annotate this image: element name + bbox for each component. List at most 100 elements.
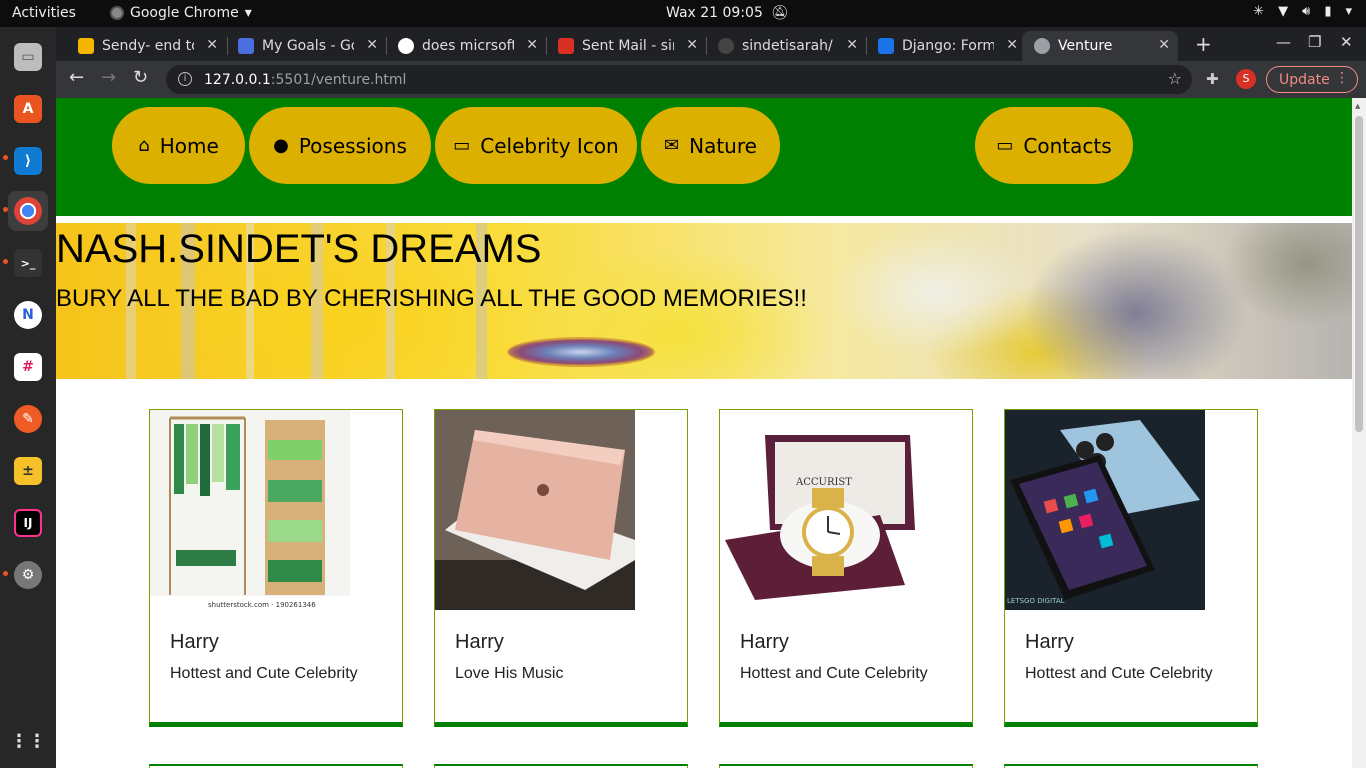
new-tab-icon[interactable]: + bbox=[1195, 32, 1212, 56]
settings-icon[interactable]: ⚙ bbox=[8, 555, 48, 595]
close-icon[interactable]: ✕ bbox=[846, 37, 858, 53]
clock[interactable]: Wax 21 09:05 🔕︎ bbox=[666, 5, 789, 21]
postman-icon[interactable]: ✎ bbox=[8, 399, 48, 439]
tab-google-search[interactable]: does micrsoft ✕ bbox=[386, 31, 546, 61]
close-icon[interactable]: ✕ bbox=[686, 37, 698, 53]
tab-venture[interactable]: Venture ✕ bbox=[1022, 31, 1178, 61]
card-name: Harry bbox=[1025, 631, 1074, 653]
slack-icon[interactable]: # bbox=[8, 347, 48, 387]
product-card[interactable]: LETSGO DIGITAL Harry Hottest and Cute Ce… bbox=[1004, 409, 1258, 727]
vscode-icon[interactable]: ⟩ bbox=[8, 141, 48, 181]
notifications-off-icon: 🔕︎ bbox=[770, 5, 789, 21]
ubuntu-software-icon[interactable]: A bbox=[8, 89, 48, 129]
maximize-icon[interactable]: ❐ bbox=[1308, 33, 1321, 51]
nav-nature[interactable]: ✉ Nature bbox=[641, 107, 780, 184]
site-navbar: ⌂ Home ● Posessions ▭ Celebrity Icon ✉ N… bbox=[56, 98, 1352, 216]
tab-gmail[interactable]: Sent Mail - sin ✕ bbox=[546, 31, 706, 61]
close-icon[interactable]: ✕ bbox=[206, 37, 218, 53]
close-icon[interactable]: ✕ bbox=[1158, 37, 1170, 53]
nav-label: Contacts bbox=[1023, 133, 1112, 158]
product-card[interactable]: ACCURIST Harry Hottest and Cute Celebrit… bbox=[719, 409, 973, 727]
gnome-top-bar: Activities Google Chrome ▾ Wax 21 09:05 … bbox=[0, 0, 1366, 27]
card-description: Love His Music bbox=[455, 665, 564, 682]
date-time: Wax 21 09:05 bbox=[666, 5, 763, 21]
app-name: Google Chrome bbox=[130, 5, 239, 21]
nav-label: Home bbox=[159, 133, 219, 158]
minimize-icon[interactable]: — bbox=[1276, 33, 1291, 51]
volume-icon: 🔊︎ bbox=[1302, 4, 1311, 19]
card-description: Hottest and Cute Celebrity bbox=[740, 665, 928, 682]
ubuntu-dock: ▭ A ⟩ >_ N # ✎ ± IJ ⚙ ⋮⋮ bbox=[0, 27, 56, 768]
nav-posessions[interactable]: ● Posessions bbox=[249, 107, 431, 184]
tab-django[interactable]: Django: Form ✕ bbox=[866, 31, 1026, 61]
chevron-down-icon: ▾ bbox=[244, 5, 252, 21]
video-icon bbox=[878, 38, 894, 54]
page-title: NASH.SINDET'S DREAMS bbox=[56, 227, 542, 271]
close-window-icon[interactable]: ✕ bbox=[1340, 33, 1353, 51]
browser-toolbar: ← → ↻ i 127.0.0.1:5501/venture.html ☆ ✚ … bbox=[56, 61, 1366, 98]
page-subtitle: BURY ALL THE BAD BY CHERISHING ALL THE G… bbox=[56, 285, 807, 312]
nav-celebrity-icon[interactable]: ▭ Celebrity Icon bbox=[435, 107, 637, 184]
tab-github[interactable]: sindetisarah/ ✕ bbox=[706, 31, 866, 61]
tab-title: Sendy- end to bbox=[102, 38, 194, 54]
nav-label: Nature bbox=[689, 133, 757, 158]
tab-favicon-icon bbox=[78, 38, 94, 54]
close-icon[interactable]: ✕ bbox=[526, 37, 538, 53]
extensions-icon[interactable]: ✚ bbox=[1206, 70, 1219, 88]
reload-icon[interactable]: ↻ bbox=[133, 67, 148, 88]
scrollbar-thumb[interactable] bbox=[1355, 116, 1363, 432]
globe-icon bbox=[1034, 38, 1050, 54]
product-card-partial[interactable] bbox=[149, 764, 403, 768]
update-button[interactable]: Update ⋮ bbox=[1266, 66, 1358, 93]
bookmark-star-icon[interactable]: ☆ bbox=[1168, 69, 1182, 88]
tab-my-goals[interactable]: My Goals - Goo ✕ bbox=[226, 31, 386, 61]
system-tray[interactable]: ✳︎ ▼ 🔊︎ ▮ ▾ bbox=[1253, 4, 1352, 19]
page-viewport: ⌂ Home ● Posessions ▭ Celebrity Icon ✉ N… bbox=[56, 98, 1352, 768]
nav-home[interactable]: ⌂ Home bbox=[112, 107, 245, 184]
back-icon[interactable]: ← bbox=[69, 67, 84, 88]
product-card[interactable]: shutterstock.com · 190261346 Harry Hotte… bbox=[149, 409, 403, 727]
update-label: Update bbox=[1279, 71, 1330, 88]
close-icon[interactable]: ✕ bbox=[1006, 37, 1018, 53]
forward-icon[interactable]: → bbox=[101, 67, 116, 88]
app-menu[interactable]: Google Chrome ▾ bbox=[110, 5, 252, 21]
page-scrollbar[interactable]: ▲ bbox=[1352, 98, 1366, 768]
product-card[interactable]: Harry Love His Music bbox=[434, 409, 688, 727]
product-card-partial[interactable] bbox=[719, 764, 973, 768]
show-apps-icon[interactable]: ⋮⋮ bbox=[8, 721, 48, 761]
nav-contacts[interactable]: ▭ Contacts bbox=[975, 107, 1133, 184]
more-menu-icon[interactable]: ⋮ bbox=[1335, 70, 1349, 86]
image-caption: shutterstock.com · 190261346 bbox=[208, 601, 316, 609]
info-icon[interactable]: i bbox=[178, 72, 192, 86]
wifi-icon: ▼ bbox=[1278, 4, 1289, 19]
laptop-icon: ▭ bbox=[996, 135, 1014, 156]
tab-title: Venture bbox=[1058, 38, 1113, 54]
intellij-icon[interactable]: IJ bbox=[8, 503, 48, 543]
nav-label: Celebrity Icon bbox=[480, 133, 619, 158]
product-card-partial[interactable] bbox=[1004, 764, 1258, 768]
card-description: Hottest and Cute Celebrity bbox=[1025, 665, 1213, 682]
laptop-image bbox=[435, 410, 635, 610]
chrome-icon[interactable] bbox=[8, 191, 48, 231]
chrome-icon bbox=[110, 6, 124, 20]
envelope-icon: ✉ bbox=[664, 135, 680, 156]
files-icon[interactable]: ▭ bbox=[8, 37, 48, 77]
close-icon[interactable]: ✕ bbox=[366, 37, 378, 53]
image-watermark: LETSGO DIGITAL bbox=[1007, 597, 1065, 605]
profile-avatar[interactable]: S bbox=[1236, 69, 1256, 89]
tab-title: My Goals - Goo bbox=[262, 38, 354, 54]
docs-icon bbox=[238, 38, 254, 54]
product-card-partial[interactable] bbox=[434, 764, 688, 768]
calculator-icon[interactable]: ± bbox=[8, 451, 48, 491]
gmail-icon bbox=[558, 38, 574, 54]
address-bar[interactable]: i 127.0.0.1:5501/venture.html ☆ bbox=[166, 65, 1192, 94]
hero-logo-image bbox=[507, 337, 655, 367]
card-description: Hottest and Cute Celebrity bbox=[170, 665, 358, 682]
scroll-up-icon[interactable]: ▲ bbox=[1355, 102, 1360, 110]
url-path: :5501/venture.html bbox=[270, 71, 407, 88]
tab-sendy[interactable]: Sendy- end to ✕ bbox=[66, 31, 226, 61]
app-icon[interactable]: N bbox=[8, 295, 48, 335]
activities-button[interactable]: Activities bbox=[12, 5, 76, 21]
terminal-icon[interactable]: >_ bbox=[8, 243, 48, 283]
hero-banner: NASH.SINDET'S DREAMS BURY ALL THE BAD BY… bbox=[56, 223, 1352, 379]
